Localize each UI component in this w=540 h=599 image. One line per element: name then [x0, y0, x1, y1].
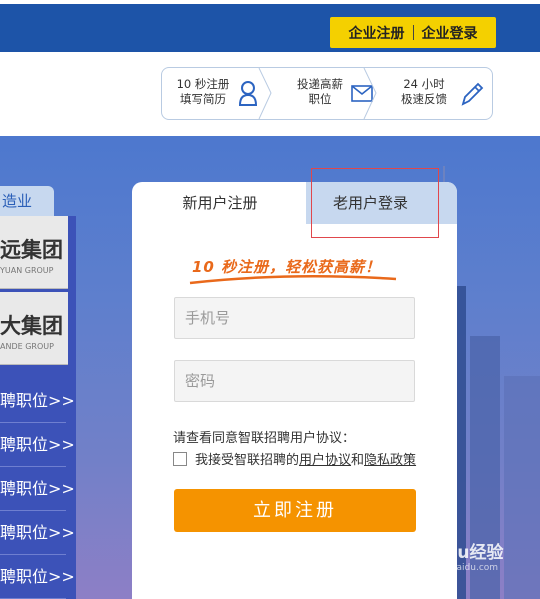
chevron-divider: [363, 68, 377, 119]
agreement-row: 我接受智联招聘的 用户协议 和 隐私政策: [173, 449, 416, 468]
divider: [412, 25, 414, 40]
step-1-line1: 10 秒注册: [176, 77, 230, 91]
job-link[interactable]: 聘职位>>: [0, 467, 75, 511]
company-logo-text: 远集团: [0, 238, 63, 262]
company-logo-1[interactable]: 远集团 YUAN GROUP: [0, 216, 68, 289]
company-logo-subtext: ANDE GROUP: [0, 342, 54, 351]
slogan-underline: [189, 275, 397, 285]
step-1-line2: 填写简历: [180, 92, 226, 106]
company-logo-subtext: YUAN GROUP: [0, 266, 54, 275]
top-bar: 企业注册 企业登录: [0, 4, 540, 52]
company-logo-2[interactable]: 大集团 ANDE GROUP: [0, 292, 68, 365]
pencil-icon: [461, 82, 484, 106]
user-agreement-link[interactable]: 用户协议: [299, 449, 351, 468]
step-2-line2: 职位: [308, 92, 332, 106]
watermark-url: jingyan.baidu.com: [415, 563, 499, 573]
watermark-logo: Baidu经验: [415, 543, 504, 563]
agreement-prefix: 我接受智联招聘的: [195, 453, 300, 468]
industry-tab[interactable]: 造业: [0, 186, 54, 216]
step-1: 10 秒注册 填写简历: [168, 77, 238, 107]
agreement-and: 和: [351, 453, 365, 468]
job-link[interactable]: 聘职位>>: [0, 511, 75, 555]
person-icon: [238, 81, 258, 106]
job-link[interactable]: 聘职位>>: [0, 423, 75, 467]
password-input[interactable]: [174, 360, 415, 402]
job-link[interactable]: 聘职位>>: [0, 555, 75, 599]
steps-banner: 10 秒注册 填写简历 投递高薪 职位 24 小时 极速反馈: [161, 67, 493, 120]
tab-existing-user-login[interactable]: 老用户登录: [306, 182, 457, 224]
business-buttons: 企业注册 企业登录: [330, 17, 496, 48]
sidebar-panel: 远集团 YUAN GROUP 大集团 ANDE GROUP 聘职位>> 聘职位>…: [0, 216, 76, 599]
step-3-line1: 24 小时: [403, 77, 445, 91]
company-logo-text: 大集团: [0, 314, 63, 338]
privacy-policy-link[interactable]: 隐私政策: [364, 449, 416, 468]
step-2-line1: 投递高薪: [297, 77, 343, 91]
step-3-line2: 极速反馈: [401, 92, 447, 106]
agreement-checkbox[interactable]: [173, 451, 187, 466]
register-button[interactable]: 立即注册: [174, 489, 416, 532]
step-2: 投递高薪 职位: [285, 77, 355, 107]
business-register-button[interactable]: 企业注册: [349, 23, 405, 43]
job-link[interactable]: 聘职位>>: [0, 379, 75, 423]
step-3: 24 小时 极速反馈: [389, 77, 459, 107]
watermark: Baidu经验 jingyan.baidu.com: [415, 538, 504, 573]
business-login-button[interactable]: 企业登录: [422, 23, 478, 43]
agreement-note: 请查看同意智联招聘用户协议：: [173, 431, 356, 446]
chevron-divider: [258, 68, 272, 119]
phone-input[interactable]: [174, 297, 415, 339]
tab-new-user-register[interactable]: 新用户注册: [132, 182, 308, 224]
register-card: 老用户登录 新用户注册 10 秒注册，轻松获高薪！ 请查看同意智联招聘用户协议：…: [132, 182, 457, 599]
